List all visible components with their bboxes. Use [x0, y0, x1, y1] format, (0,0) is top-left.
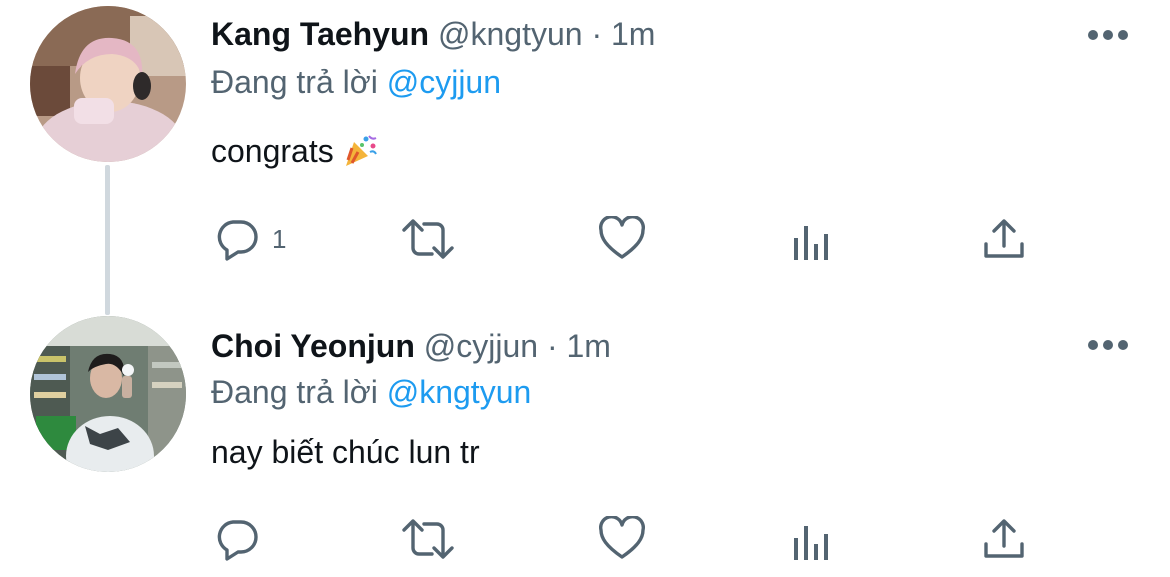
replying-to-line: Đang trả lời @cyjjun: [211, 62, 501, 102]
replying-to-label: Đang trả lời: [211, 64, 378, 100]
replying-to-label: Đang trả lời: [211, 374, 378, 410]
like-button[interactable]: [598, 514, 646, 564]
retweet-icon: [402, 219, 454, 259]
tweet[interactable]: Choi Yeonjun @cyjjun · 1m Đang trả lời @…: [0, 308, 1170, 577]
user-handle[interactable]: @kngtyun: [438, 16, 583, 52]
avatar-photo: [30, 316, 186, 472]
share-button[interactable]: [982, 514, 1026, 564]
party-popper-icon: [345, 135, 377, 166]
avatar-photo: [30, 6, 186, 162]
avatar[interactable]: [30, 316, 186, 472]
share-icon: [984, 519, 1024, 558]
timestamp[interactable]: 1m: [611, 16, 655, 52]
views-icon: [794, 226, 828, 260]
separator-dot: ·: [546, 328, 558, 364]
reply-icon: [217, 520, 258, 561]
retweet-button[interactable]: [400, 214, 456, 264]
share-icon: [984, 219, 1024, 258]
views-icon: [794, 526, 828, 560]
display-name[interactable]: Choi Yeonjun: [211, 328, 415, 364]
separator-dot: ·: [591, 16, 603, 52]
tweet-text-content: nay biết chúc lun tr: [211, 434, 480, 470]
tweet-text: congrats: [211, 131, 378, 171]
reply-icon: [217, 220, 258, 261]
like-button[interactable]: [598, 214, 646, 264]
views-button[interactable]: [792, 514, 832, 564]
reply-count: 1: [272, 224, 287, 254]
heart-icon: [599, 516, 645, 559]
tweet-actions: [214, 514, 1044, 564]
reply-button[interactable]: [214, 514, 272, 564]
tweet-actions: 1: [214, 214, 1044, 264]
tweet-header: Kang Taehyun @kngtyun · 1m: [211, 14, 655, 54]
more-icon[interactable]: [1088, 338, 1128, 352]
tweet-header: Choi Yeonjun @cyjjun · 1m: [211, 326, 611, 366]
replying-to-line: Đang trả lời @kngtyun: [211, 372, 531, 412]
tweet-text: nay biết chúc lun tr: [211, 432, 480, 472]
retweet-button[interactable]: [400, 514, 456, 564]
replying-to-mention[interactable]: @kngtyun: [387, 374, 532, 410]
retweet-icon: [402, 519, 454, 559]
reply-button[interactable]: 1: [214, 214, 286, 264]
heart-icon: [599, 216, 645, 259]
more-icon[interactable]: [1088, 28, 1128, 42]
user-handle[interactable]: @cyjjun: [424, 328, 538, 364]
tweet[interactable]: Kang Taehyun @kngtyun · 1m Đang trả lời …: [0, 0, 1170, 300]
tweet-text-content: congrats: [211, 133, 334, 169]
timestamp[interactable]: 1m: [566, 328, 610, 364]
avatar[interactable]: [30, 6, 186, 162]
share-button[interactable]: [982, 214, 1026, 264]
replying-to-mention[interactable]: @cyjjun: [387, 64, 501, 100]
views-button[interactable]: [792, 214, 832, 264]
display-name[interactable]: Kang Taehyun: [211, 16, 429, 52]
